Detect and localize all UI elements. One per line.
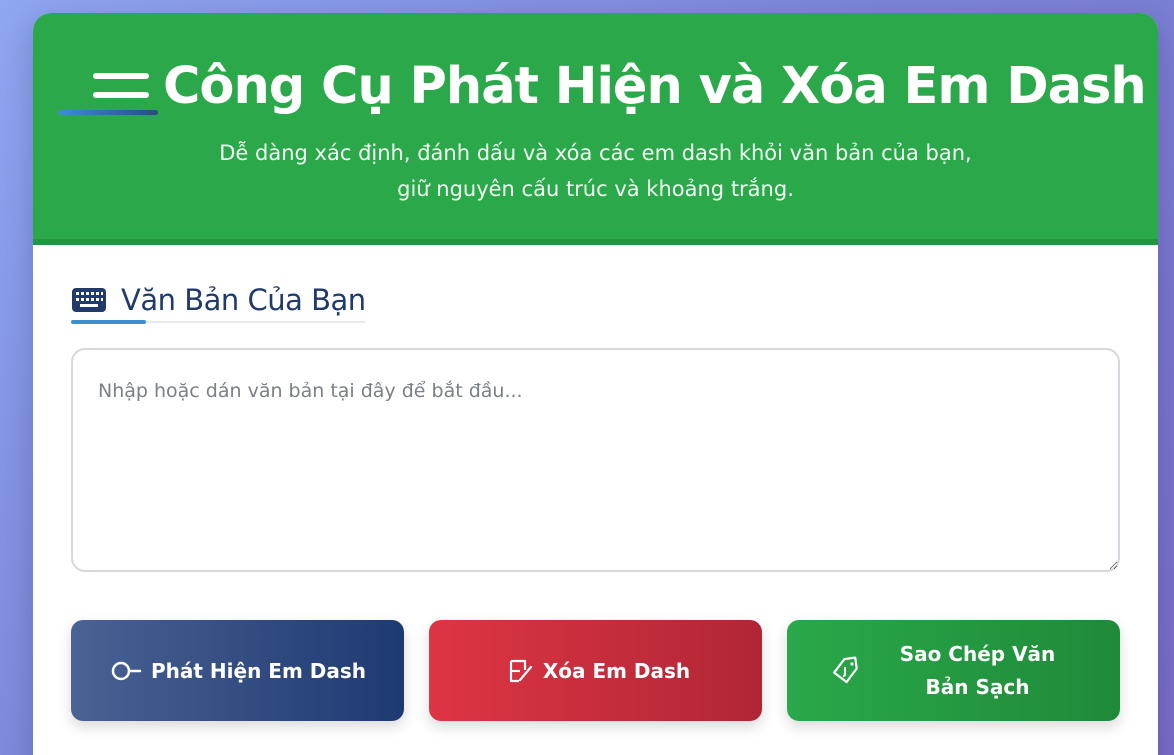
- page-header: Công Cụ Phát Hiện và Xóa Em Dash Dễ dàng…: [33, 13, 1158, 245]
- input-section-heading: Văn Bản Của Bạn: [71, 283, 366, 317]
- detect-button-label: Phát Hiện Em Dash: [151, 658, 366, 683]
- detect-em-dash-button[interactable]: Phát Hiện Em Dash: [71, 620, 404, 721]
- search-icon: [111, 661, 142, 680]
- page-subtitle: Dễ dàng xác định, đánh dấu và xóa các em…: [33, 135, 1158, 207]
- input-section-title: Văn Bản Của Bạn: [121, 283, 366, 317]
- menu-icon-underline: [58, 110, 158, 115]
- menu-icon-bar: [93, 92, 149, 98]
- eraser-icon: [509, 659, 532, 682]
- text-input[interactable]: [71, 348, 1120, 572]
- menu-icon-bar: [93, 73, 149, 79]
- copy-button-label: Sao Chép Văn Bản Sạch: [899, 641, 1056, 699]
- remove-button-label: Xóa Em Dash: [542, 658, 691, 683]
- page-title: Công Cụ Phát Hiện và Xóa Em Dash: [163, 57, 1147, 116]
- keyboard-icon: [72, 288, 106, 312]
- menu-icon[interactable]: [58, 70, 158, 118]
- main-card: Công Cụ Phát Hiện và Xóa Em Dash Dễ dàng…: [33, 13, 1158, 755]
- copy-clean-text-button[interactable]: Sao Chép Văn Bản Sạch: [787, 620, 1120, 721]
- section-divider-accent: [71, 320, 146, 324]
- remove-em-dash-button[interactable]: Xóa Em Dash: [429, 620, 762, 721]
- subtitle-line-1: Dễ dàng xác định, đánh dấu và xóa các em…: [219, 141, 972, 165]
- subtitle-line-2: giữ nguyên cấu trúc và khoảng trắng.: [397, 177, 794, 201]
- tag-icon: [832, 655, 858, 683]
